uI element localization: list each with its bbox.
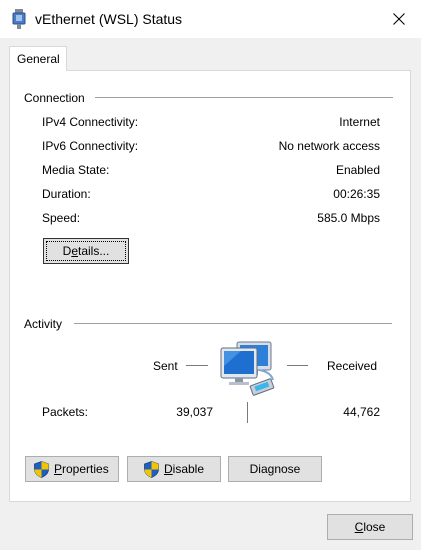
properties-button[interactable]: Properties — [25, 456, 119, 482]
speed-value: 585.0 Mbps — [317, 211, 380, 225]
packets-received-value: 44,762 — [343, 405, 380, 419]
received-connector — [287, 365, 308, 366]
diagnose-button[interactable]: Diagnose — [228, 456, 322, 482]
window-close-button[interactable] — [385, 6, 413, 32]
connection-heading: Connection — [24, 91, 85, 105]
packets-sent-value: 39,037 — [176, 405, 213, 419]
network-computers-icon — [220, 341, 275, 396]
media-state-label: Media State: — [42, 163, 110, 177]
uac-shield-icon — [34, 461, 49, 478]
media-state-value: Enabled — [335, 163, 380, 177]
activity-divider — [74, 323, 392, 324]
network-adapter-icon — [12, 9, 26, 29]
tab-general[interactable]: General — [9, 46, 67, 71]
details-button-label: Details... — [62, 244, 110, 258]
received-label: Received — [327, 359, 378, 373]
activity-heading: Activity — [24, 317, 63, 331]
packets-label: Packets: — [42, 405, 89, 419]
close-button-label: Close — [354, 520, 386, 534]
speed-label: Speed: — [42, 211, 81, 225]
packets-divider — [247, 402, 248, 423]
sent-label: Sent — [153, 359, 178, 373]
title-bar: vEthernet (WSL) Status — [0, 0, 421, 38]
duration-value: 00:26:35 — [333, 187, 380, 201]
properties-button-label: Properties — [54, 462, 109, 476]
sent-connector — [186, 365, 208, 366]
tab-general-label: General — [17, 52, 60, 66]
disable-button[interactable]: Disable — [127, 456, 221, 482]
disable-button-label: Disable — [164, 462, 205, 476]
ipv4-connectivity-value: Internet — [339, 115, 380, 129]
ipv6-connectivity-value: No network access — [278, 139, 380, 153]
ipv6-connectivity-label: IPv6 Connectivity: — [42, 139, 139, 153]
close-icon — [393, 13, 405, 25]
duration-label: Duration: — [42, 187, 91, 201]
details-button[interactable]: Details... — [43, 238, 129, 264]
general-tab-panel — [9, 70, 411, 502]
connection-divider — [95, 97, 393, 98]
ipv4-connectivity-label: IPv4 Connectivity: — [42, 115, 139, 129]
window-title: vEthernet (WSL) Status — [35, 11, 183, 27]
diagnose-button-label: Diagnose — [249, 462, 301, 476]
close-button[interactable]: Close — [327, 514, 413, 540]
uac-shield-icon — [144, 461, 159, 478]
